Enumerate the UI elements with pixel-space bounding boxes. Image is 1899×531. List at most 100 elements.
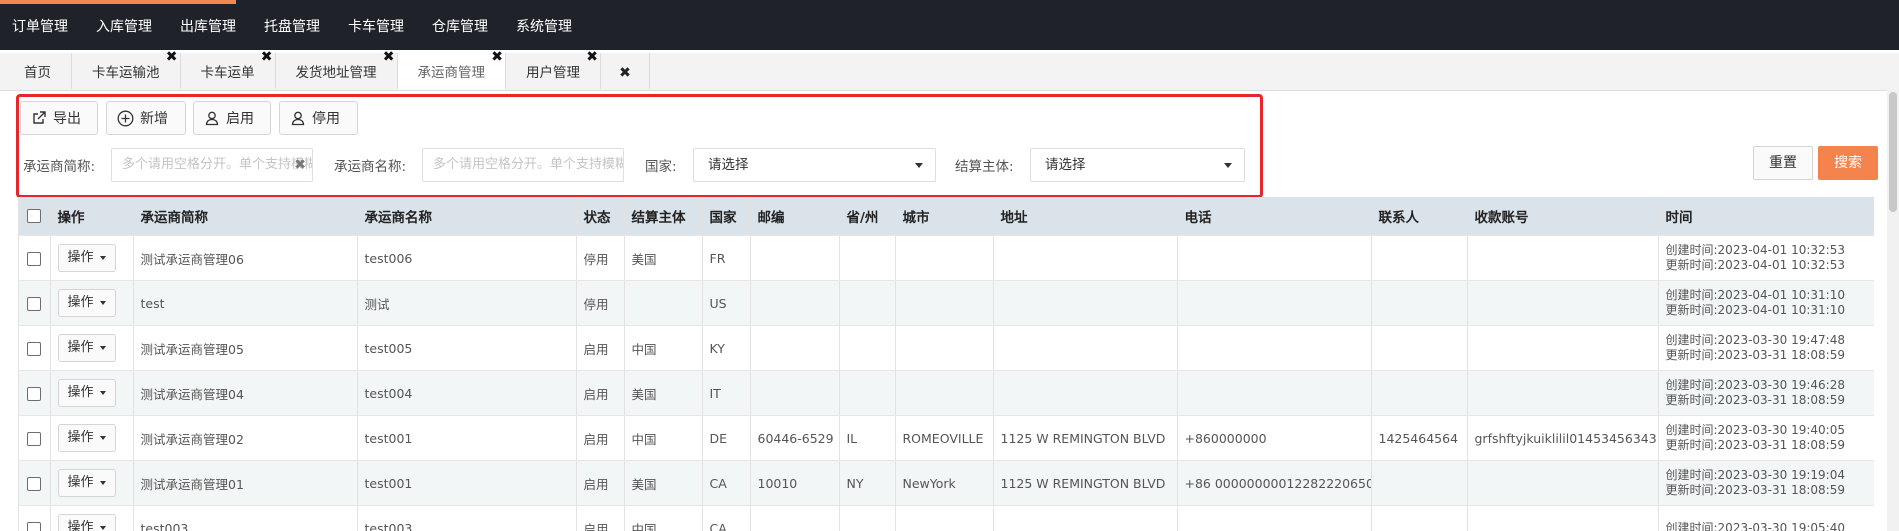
cell-state — [839, 370, 896, 416]
cell-phone: +860000000 — [1177, 415, 1372, 461]
tab-label: 卡车运输池 — [92, 65, 160, 81]
row-operation-cell: 操作 — [50, 325, 134, 371]
cell-time: 创建时间:2023-03-30 19:46:28 更新时间:2023-03-31 … — [1658, 370, 1874, 416]
updated-time: 更新时间:2023-04-01 10:32:53 — [1665, 258, 1846, 272]
close-icon[interactable]: ✖ — [491, 47, 503, 67]
close-icon[interactable]: ✖ — [586, 47, 598, 67]
select-all-checkbox-cell[interactable] — [19, 197, 51, 236]
close-icon[interactable]: ✖ — [166, 47, 178, 67]
nav-item[interactable]: 仓库管理 — [418, 4, 502, 50]
nav-item[interactable]: 出库管理 — [166, 4, 250, 50]
row-operation-button[interactable]: 操作 — [57, 469, 116, 497]
cell-account — [1467, 460, 1659, 506]
name-input[interactable]: 多个请用空格分开。单个支持模糊查询 — [422, 148, 624, 182]
updated-time: 更新时间:2023-04-01 10:31:10 — [1665, 303, 1846, 317]
tab-label: 卡车运单 — [200, 65, 255, 81]
page-scrollbar[interactable] — [1887, 90, 1899, 531]
cell-phone — [1177, 325, 1372, 371]
short-name-input[interactable]: 多个请用空格分开。单个支持模糊查询 ✖ — [111, 148, 313, 182]
cell-entity: 美国 — [624, 235, 703, 281]
search-button[interactable]: 搜索 — [1818, 146, 1878, 180]
cell-contact — [1371, 280, 1468, 326]
cell-addr — [993, 325, 1178, 371]
nav-item[interactable]: 卡车管理 — [334, 4, 418, 50]
tab-item[interactable]: 承运商管理 ✖ — [397, 49, 506, 90]
row-checkbox-cell[interactable] — [19, 280, 51, 326]
row-operation-button[interactable]: 操作 — [57, 289, 116, 317]
cell-account — [1467, 235, 1659, 281]
enable-button[interactable]: 启用 — [193, 101, 271, 135]
tab-label: 发货地址管理 — [295, 65, 377, 81]
disable-button[interactable]: 停用 — [279, 101, 358, 135]
row-operation-button[interactable]: 操作 — [57, 334, 116, 362]
nav-item[interactable]: 系统管理 — [502, 4, 586, 50]
row-checkbox-cell[interactable] — [19, 235, 51, 281]
reset-button[interactable]: 重置 — [1753, 146, 1813, 180]
row-operation-button[interactable]: 操作 — [57, 244, 116, 272]
close-icon[interactable]: ✖ — [383, 47, 395, 67]
cell-phone: +86 00000000012282220650 — [1177, 460, 1372, 506]
row-checkbox-cell[interactable] — [19, 505, 51, 531]
row-checkbox-cell[interactable] — [19, 460, 51, 506]
tab-item[interactable]: 首页 — [4, 53, 72, 89]
nav-item[interactable]: 托盘管理 — [250, 4, 334, 50]
export-button[interactable]: 导出 — [20, 101, 98, 135]
cell-entity: 中国 — [624, 415, 703, 461]
tab-item[interactable]: 卡车运单 ✖ — [180, 49, 276, 89]
cell-name: test006 — [357, 235, 577, 281]
close-all-tabs[interactable]: ✖ — [601, 53, 650, 89]
close-icon[interactable]: ✖ — [619, 65, 631, 81]
close-icon[interactable]: ✖ — [261, 47, 273, 67]
tab-item[interactable]: 发货地址管理 ✖ — [275, 49, 398, 89]
cell-time: 创建时间:2023-04-01 10:32:53 更新时间:2023-04-01 … — [1658, 235, 1874, 281]
operation-label: 操作 — [67, 385, 94, 400]
nav-item[interactable]: 订单管理 — [0, 4, 82, 50]
cell-status: 启用 — [576, 370, 625, 416]
operation-label: 操作 — [67, 295, 94, 310]
country-select[interactable]: 请选择 — [693, 148, 936, 182]
caret-down-icon — [99, 390, 106, 395]
table-row: 操作 测试承运商管理06 test006 停用 美国 FR 创建时间:2023-04-01 … — [19, 235, 1874, 281]
short-name-label: 承运商简称: — [23, 159, 96, 175]
row-checkbox[interactable] — [27, 251, 42, 266]
cell-city: NewYork — [895, 460, 994, 506]
row-checkbox[interactable] — [27, 476, 42, 491]
row-checkbox[interactable] — [27, 386, 42, 401]
tab-item[interactable]: 卡车运输池 ✖ — [72, 49, 181, 89]
caret-down-icon — [99, 480, 106, 485]
cell-account — [1467, 325, 1659, 371]
cell-country: CA — [702, 505, 751, 531]
column-header: 收款账号 — [1467, 197, 1659, 236]
row-operation-button[interactable]: 操作 — [57, 514, 116, 531]
scrollbar-thumb[interactable] — [1889, 92, 1897, 212]
updated-time: 更新时间:2023-03-31 18:08:59 — [1665, 393, 1846, 407]
row-operation-button[interactable]: 操作 — [57, 424, 116, 452]
cell-contact — [1371, 235, 1468, 281]
row-checkbox-cell[interactable] — [19, 325, 51, 371]
caret-down-icon — [99, 345, 106, 350]
select-all-checkbox[interactable] — [27, 209, 42, 223]
cell-short: 测试承运商管理05 — [133, 325, 358, 371]
add-button[interactable]: 新增 — [106, 101, 186, 135]
carrier-table: 操作 承运商简称 承运商名称 状态 结算主体 国家 邮编 省/州 城市 地址 电话 联系人 收款账号 时间… — [18, 197, 1874, 531]
row-operation-button[interactable]: 操作 — [57, 379, 116, 407]
cell-short: test — [133, 280, 358, 326]
row-checkbox[interactable] — [27, 521, 42, 531]
cell-entity: 中国 — [624, 325, 703, 371]
cell-entity: 美国 — [624, 370, 703, 416]
clear-icon[interactable]: ✖ — [294, 149, 306, 181]
cell-entity — [624, 280, 703, 326]
row-checkbox[interactable] — [27, 296, 42, 311]
tab-item[interactable]: 用户管理 ✖ — [506, 49, 601, 89]
row-checkbox-cell[interactable] — [19, 415, 51, 461]
column-header: 状态 — [576, 197, 625, 236]
nav-item[interactable]: 入库管理 — [82, 4, 166, 50]
column-header: 地址 — [993, 197, 1178, 236]
settlement-select[interactable]: 请选择 — [1030, 148, 1245, 182]
user-icon — [291, 111, 305, 126]
row-checkbox[interactable] — [27, 431, 42, 446]
row-checkbox-cell[interactable] — [19, 370, 51, 416]
cell-name: 测试 — [357, 280, 577, 326]
row-checkbox[interactable] — [27, 341, 42, 356]
updated-time: 更新时间:2023-03-31 18:08:59 — [1665, 438, 1846, 452]
